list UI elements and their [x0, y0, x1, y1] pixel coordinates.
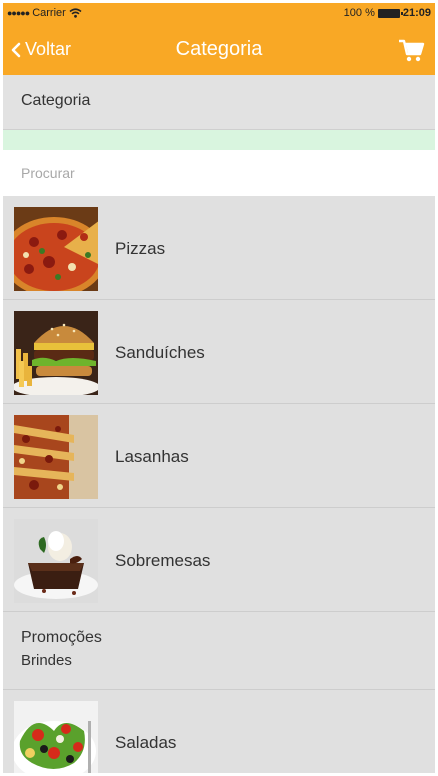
category-label: Sobremesas: [115, 551, 211, 570]
category-label: Saladas: [115, 733, 177, 752]
category-row-saladas[interactable]: Saladas: [3, 690, 435, 773]
chevron-left-icon: [11, 42, 21, 57]
burger-image: [14, 311, 98, 395]
category-row-sanduiches[interactable]: Sanduíches: [3, 300, 435, 404]
lasagna-image: [14, 415, 98, 499]
cart-icon[interactable]: [397, 36, 425, 64]
signal-icon: ●●●●●: [7, 8, 30, 18]
category-row-lasanhas[interactable]: Lasanhas: [3, 404, 435, 508]
carrier-name: Carrier: [32, 7, 66, 19]
search-input[interactable]: [3, 150, 435, 196]
category-row-pizzas[interactable]: Pizzas: [3, 196, 435, 300]
clock: 21:09: [402, 7, 431, 19]
category-row-sobremesas[interactable]: Sobremesas: [3, 508, 435, 612]
back-label: Voltar: [25, 39, 72, 59]
category-list: Pizzas Sanduíches Lasanhas Sobremesas Pr…: [3, 196, 435, 773]
battery-percent: 100 %: [343, 7, 375, 19]
pizza-image: [14, 207, 98, 291]
highlight-bar: [3, 130, 435, 150]
category-label: Pizzas: [115, 239, 166, 258]
phone-screen: ●●●●● Carrier 100 % 21:09 Voltar Categor…: [3, 3, 435, 773]
navigation-bar: Voltar Categoria: [3, 25, 435, 75]
category-row-promocoes[interactable]: Promoções Brindes: [3, 612, 435, 690]
salad-image: [14, 701, 98, 773]
back-button[interactable]: Voltar: [11, 39, 71, 60]
wifi-icon: [69, 8, 82, 18]
category-label: Promoções: [21, 629, 102, 646]
section-header: Categoria: [3, 75, 435, 130]
category-label: Sanduíches: [115, 343, 205, 362]
search-field[interactable]: [3, 150, 435, 196]
section-header-label: Categoria: [21, 92, 91, 109]
category-label: Lasanhas: [115, 447, 189, 466]
status-bar: ●●●●● Carrier 100 % 21:09: [3, 3, 435, 25]
dessert-image: [14, 519, 98, 603]
battery-icon: [377, 8, 403, 18]
category-sublabel: Brindes: [21, 652, 72, 669]
